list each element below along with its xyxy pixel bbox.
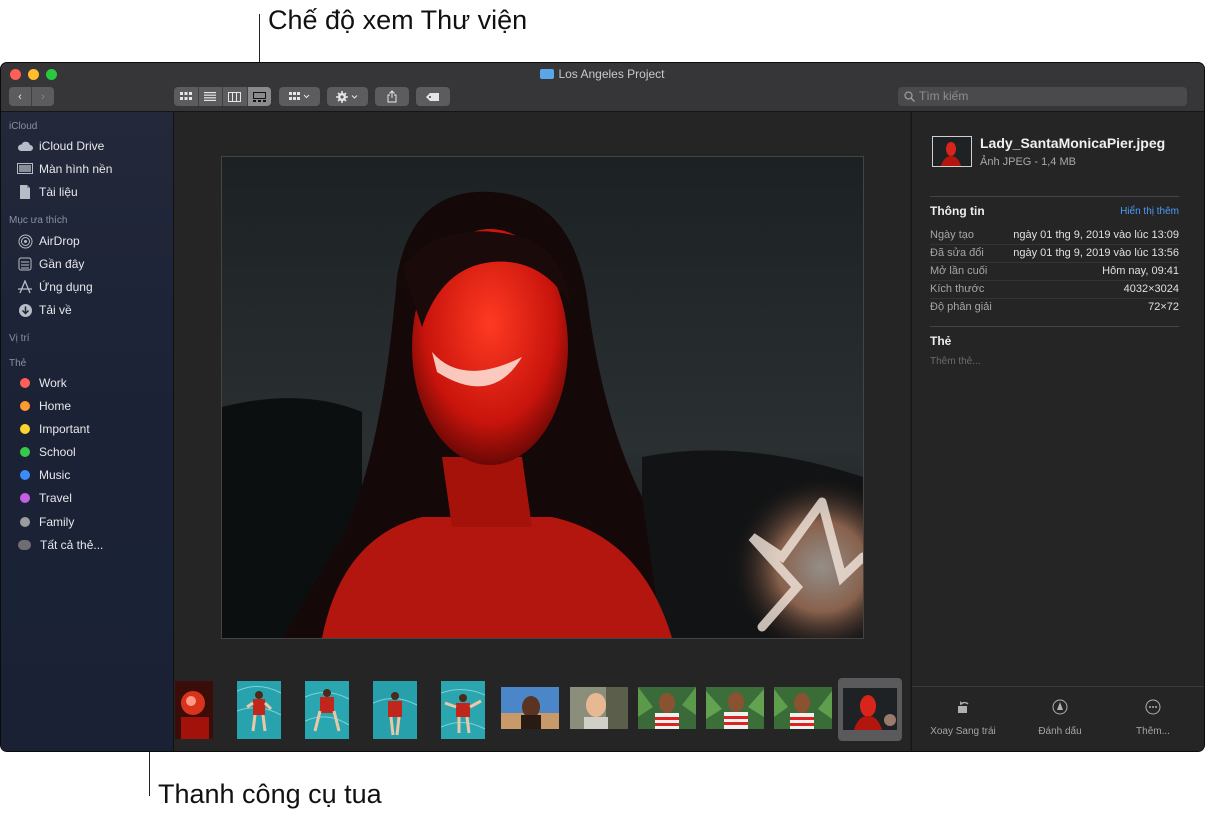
search-placeholder: Tìm kiếm <box>919 89 969 103</box>
document-icon <box>17 185 33 199</box>
share-icon <box>387 90 397 103</box>
file-thumbnail <box>932 136 972 167</box>
quick-actions: Xoay Sang trái Đánh dấu Thêm... <box>912 686 1204 751</box>
sidebar-item-applications[interactable]: Ứng dụng <box>17 277 93 297</box>
toolbar: Los Angeles Project ‹ › Tìm kiếm <box>1 63 1204 112</box>
thumbnail-selected[interactable] <box>838 678 902 741</box>
scrubber-bar <box>174 677 910 751</box>
add-tags-field[interactable]: Thêm thẻ... <box>930 356 981 367</box>
all-tags-icon <box>18 540 31 550</box>
divider <box>930 196 1179 197</box>
tag-dot <box>20 401 30 411</box>
rotate-left-button[interactable]: Xoay Sang trái <box>918 699 1008 739</box>
chevron-right-icon[interactable]: › <box>32 87 54 106</box>
rotate-left-icon <box>958 701 969 713</box>
finder-window: Los Angeles Project ‹ › Tìm kiếm iCloud … <box>1 63 1204 751</box>
section-tags: Thẻ <box>9 358 27 369</box>
more-button[interactable]: Thêm... <box>1108 699 1198 739</box>
download-icon <box>17 303 33 317</box>
sidebar-tag-music[interactable]: Music <box>17 465 70 485</box>
info-row-last-opened: Mở lần cuối Hôm nay, 09:41 <box>930 263 1179 281</box>
column-view-icon[interactable] <box>223 87 248 106</box>
sidebar-all-tags[interactable]: Tất cả thẻ... <box>17 535 103 555</box>
tag-dot <box>20 447 30 457</box>
action-button[interactable] <box>327 87 368 106</box>
navigation-buttons: ‹ › <box>9 87 54 106</box>
info-row-modified: Đã sửa đổi ngày 01 thg 9, 2019 vào lúc 13… <box>930 245 1179 263</box>
group-button[interactable] <box>279 87 320 106</box>
tag-dot <box>20 424 30 434</box>
callout-library-view: Chế độ xem Thư viện <box>268 5 528 35</box>
thumbnail[interactable] <box>237 681 281 739</box>
markup-icon <box>1052 699 1068 715</box>
desktop-icon <box>17 162 33 176</box>
sidebar-tag-home[interactable]: Home <box>17 396 71 416</box>
sidebar-tag-school[interactable]: School <box>17 442 76 462</box>
search-icon <box>904 91 915 102</box>
applications-icon <box>17 280 33 294</box>
show-more-link[interactable]: Hiển thị thêm <box>1120 206 1179 217</box>
sidebar: iCloud iCloud Drive Màn hình nền Tài liệ… <box>1 112 174 751</box>
section-locations: Vị trí <box>9 333 30 344</box>
icon-view-icon[interactable] <box>174 87 199 106</box>
tag-dot <box>20 517 30 527</box>
sidebar-item-icloud-drive[interactable]: iCloud Drive <box>17 136 104 156</box>
sidebar-item-airdrop[interactable]: AirDrop <box>17 231 80 251</box>
sidebar-item-recents[interactable]: Gần đây <box>17 254 84 274</box>
thumbnail[interactable] <box>305 681 349 739</box>
thumbnail[interactable] <box>175 681 213 739</box>
thumbnail[interactable] <box>441 681 485 739</box>
section-icloud: iCloud <box>9 121 38 132</box>
chevron-left-icon[interactable]: ‹ <box>9 87 32 106</box>
callout-scrubber: Thanh công cụ tua <box>158 779 382 809</box>
tag-dot <box>20 378 30 388</box>
markup-button[interactable]: Đánh dấu <box>1015 699 1105 739</box>
share-button[interactable] <box>375 87 409 106</box>
cloud-icon <box>17 139 33 153</box>
folder-icon <box>540 69 555 79</box>
sidebar-item-desktop[interactable]: Màn hình nền <box>17 159 112 179</box>
thumbnail[interactable] <box>501 687 559 729</box>
sidebar-item-documents[interactable]: Tài liệu <box>17 182 78 202</box>
info-row-resolution: Độ phân giải 72×72 <box>930 301 1179 313</box>
thumbnail[interactable] <box>638 687 696 729</box>
info-row-created: Ngày tạo ngày 01 thg 9, 2019 vào lúc 13:0… <box>930 227 1179 245</box>
file-name: Lady_SantaMonicaPier.jpeg <box>980 135 1166 151</box>
sidebar-tag-family[interactable]: Family <box>17 512 74 532</box>
sidebar-item-downloads[interactable]: Tải về <box>17 300 72 320</box>
window-title: Los Angeles Project <box>1 67 1204 81</box>
sidebar-tag-work[interactable]: Work <box>17 373 67 393</box>
sidebar-tag-travel[interactable]: Travel <box>17 488 72 508</box>
preview-image[interactable] <box>221 156 864 639</box>
gallery-view <box>174 112 910 751</box>
thumbnail[interactable] <box>706 687 764 729</box>
group-icon <box>288 92 309 100</box>
search-field[interactable]: Tìm kiếm <box>898 87 1187 106</box>
tag-dot <box>20 493 30 503</box>
file-kind: Ảnh JPEG - 1,4 MB <box>980 156 1076 168</box>
list-view-icon[interactable] <box>199 87 223 106</box>
clock-icon <box>17 257 33 271</box>
sidebar-tag-important[interactable]: Important <box>17 419 90 439</box>
tag-button[interactable] <box>416 87 450 106</box>
thumbnail[interactable] <box>373 681 417 739</box>
thumbnail[interactable] <box>774 687 832 729</box>
more-icon <box>1145 699 1161 715</box>
airdrop-icon <box>17 234 33 248</box>
tag-dot <box>20 470 30 480</box>
tags-section-title: Thẻ <box>930 334 952 348</box>
view-switcher <box>174 87 271 106</box>
gear-icon <box>335 90 357 103</box>
info-row-dimensions: Kích thước 4032×3024 <box>930 281 1179 299</box>
section-favorites: Mục ưa thích <box>9 215 68 226</box>
tag-icon <box>426 92 439 101</box>
thumbnail[interactable] <box>570 687 628 729</box>
inspector-panel: Lady_SantaMonicaPier.jpeg Ảnh JPEG - 1,4… <box>911 112 1204 751</box>
info-section-title: Thông tin <box>930 204 985 218</box>
gallery-view-icon[interactable] <box>247 87 271 106</box>
divider <box>930 326 1179 327</box>
